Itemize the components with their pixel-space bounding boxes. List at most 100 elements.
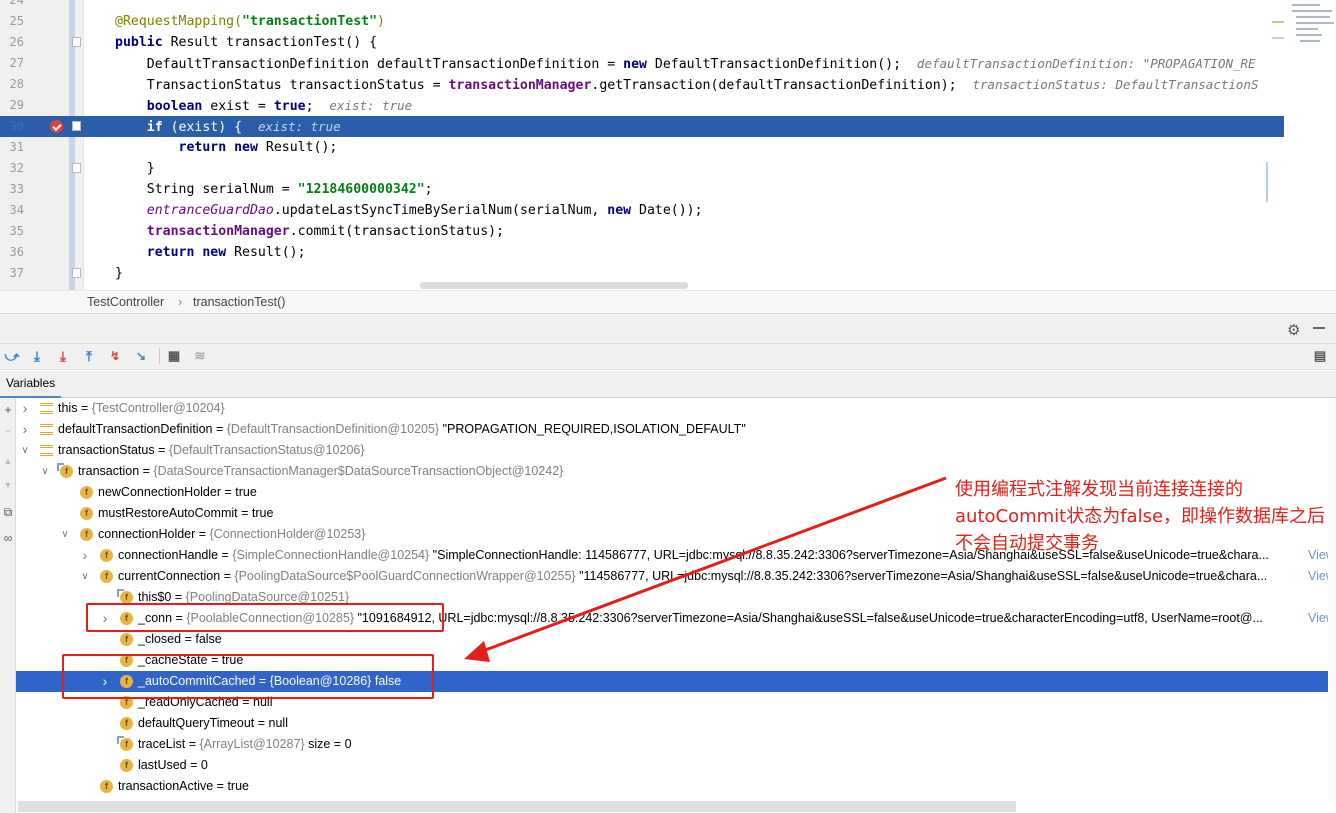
code-line[interactable]: 31 return new Result(); [0, 137, 1284, 158]
code-line-current[interactable]: 30 if (exist) { exist: true [0, 116, 1284, 137]
code-line[interactable]: 28 TransactionStatus transactionStatus =… [0, 74, 1284, 95]
step-out-icon[interactable]: ⤒ [79, 346, 99, 366]
expand-arrow-icon[interactable]: › [20, 419, 30, 440]
code-token: TransactionStatus transactionStatus = [115, 78, 449, 93]
code-text[interactable]: DefaultTransactionDefinition defaultTran… [115, 53, 1256, 75]
expand-arrow-icon[interactable]: › [20, 398, 30, 419]
line-number[interactable]: 34 [0, 200, 24, 221]
line-number[interactable]: 28 [0, 74, 24, 95]
collapse-arrow-icon[interactable]: ∨ [20, 440, 30, 461]
code-text[interactable]: return new Result(); [115, 137, 338, 158]
collapse-arrow-icon[interactable]: ∨ [60, 524, 70, 545]
fold-icon[interactable] [72, 121, 81, 131]
code-text[interactable]: @RequestMapping("transactionTest") [115, 11, 385, 32]
line-number[interactable]: 25 [0, 11, 24, 32]
remove-watch-icon[interactable]: − [1, 424, 15, 438]
equals-sign: = [195, 527, 210, 541]
line-number[interactable]: 26 [0, 32, 24, 53]
settings-gear-icon[interactable]: ⚙ [1287, 321, 1300, 339]
code-editor[interactable]: 24 25 @RequestMapping("transactionTest") 26… [0, 0, 1336, 290]
code-line[interactable]: 29 boolean exist = true; exist: true [0, 95, 1284, 116]
warning-marker[interactable] [1272, 21, 1284, 23]
glasses-icon[interactable]: ∞ [1, 531, 15, 545]
code-text[interactable]: } [115, 158, 155, 179]
evaluate-expression-icon[interactable]: ▦ [164, 346, 184, 366]
code-line[interactable]: 37} [0, 263, 1284, 284]
step-into-icon[interactable]: ⤓ [53, 346, 73, 366]
move-down-icon[interactable]: ▼ [1, 478, 15, 492]
variable-row-defaulttransactiondefinition[interactable]: › defaultTransactionDefinition = {Default… [16, 419, 1336, 440]
line-number[interactable]: 29 [0, 95, 24, 116]
variables-horizontal-scrollbar[interactable] [18, 801, 1016, 812]
variable-value: "1091684912, URL=jdbc:mysql://8.8.35.242… [357, 611, 1263, 625]
line-number[interactable]: 30 [0, 116, 24, 137]
variables-vertical-scrollbar[interactable] [1328, 398, 1336, 801]
variables-tree[interactable]: › this = {TestController@10204} › defaultTr… [16, 398, 1336, 801]
step-over-icon[interactable]: ⤓ [27, 346, 47, 366]
variable-row-transactionactive[interactable]: f transactionActive = true [16, 776, 1336, 797]
code-text[interactable]: if (exist) { exist: true [115, 116, 341, 138]
show-execution-point-icon[interactable]: ⤻ [2, 346, 22, 366]
layout-icon[interactable]: ▤ [1310, 346, 1330, 366]
code-line[interactable]: 33 String serialNum = "12184600000342"; [0, 179, 1284, 200]
drop-frame-icon[interactable]: ↯ [105, 346, 125, 366]
variable-row-transactionstatus[interactable]: ∨ transactionStatus = {DefaultTransaction… [16, 440, 1336, 461]
tab-variables[interactable]: Variables [0, 371, 62, 398]
variable-row-currentconnection[interactable]: ∨ f currentConnection = {PoolingDataSource… [16, 566, 1336, 587]
code-text[interactable]: return new Result(); [115, 242, 306, 263]
variable-row-lastused[interactable]: f lastUsed = 0 [16, 755, 1336, 776]
field-icon: f [100, 570, 113, 583]
line-number[interactable]: 33 [0, 179, 24, 200]
move-up-icon[interactable]: ▲ [1, 454, 15, 468]
code-line[interactable]: 25 @RequestMapping("transactionTest") [0, 11, 1284, 32]
line-number[interactable]: 24 [0, 0, 24, 11]
editor-horizontal-scrollbar[interactable] [420, 282, 688, 289]
variable-row-closed[interactable]: f _closed = false [16, 629, 1336, 650]
breadcrumb-class[interactable]: TestController [87, 295, 164, 309]
fold-icon[interactable] [72, 37, 81, 47]
collapse-arrow-icon[interactable]: ∨ [40, 461, 50, 482]
variable-row-tracelist[interactable]: f traceList = {ArrayList@10287} size = 0 [16, 734, 1336, 755]
add-watch-icon[interactable]: + [1, 403, 15, 417]
code-line[interactable]: 34 entranceGuardDao.updateLastSyncTimeBy… [0, 200, 1284, 221]
breadcrumb-method[interactable]: transactionTest() [193, 295, 285, 309]
info-marker[interactable] [1272, 37, 1284, 39]
line-number[interactable]: 36 [0, 242, 24, 263]
code-line[interactable]: 26 public Result transactionTest() { [0, 32, 1284, 53]
variable-name: lastUsed [138, 758, 187, 772]
code-text[interactable]: TransactionStatus transactionStatus = tr… [115, 74, 1259, 96]
variable-text: defaultQueryTimeout = null [138, 713, 288, 734]
code-text[interactable]: String serialNum = "12184600000342"; [115, 179, 433, 200]
variable-value: null [268, 716, 288, 730]
code-token: "transactionTest" [242, 14, 378, 29]
code-text[interactable]: entranceGuardDao.updateLastSyncTimeBySer… [115, 200, 703, 221]
code-line[interactable]: 36 return new Result(); [0, 242, 1284, 263]
variable-row-this[interactable]: › this = {TestController@10204} [16, 398, 1336, 419]
line-number[interactable]: 32 [0, 158, 24, 179]
fold-icon[interactable] [72, 163, 81, 173]
code-text[interactable]: transactionManager.commit(transactionSta… [115, 221, 504, 242]
code-text[interactable]: } [115, 263, 123, 284]
fold-icon[interactable] [72, 268, 81, 278]
code-line[interactable]: 24 [0, 0, 1284, 11]
line-number[interactable]: 31 [0, 137, 24, 158]
code-line[interactable]: 32 } [0, 158, 1284, 179]
code-line[interactable]: 35 transactionManager.commit(transaction… [0, 221, 1284, 242]
code-line[interactable]: 27 DefaultTransactionDefinition defaultT… [0, 53, 1284, 74]
code-token: boolean [146, 99, 211, 114]
code-text[interactable]: public Result transactionTest() { [115, 32, 377, 53]
line-number[interactable]: 35 [0, 221, 24, 242]
line-number[interactable]: 37 [0, 263, 24, 284]
variable-row-defaultquerytimeout[interactable]: f defaultQueryTimeout = null [16, 713, 1336, 734]
expand-arrow-icon[interactable]: › [80, 545, 90, 566]
run-to-cursor-icon[interactable]: ↘ [131, 346, 151, 366]
hide-panel-icon[interactable] [1313, 327, 1325, 329]
code-text[interactable]: boolean exist = true; exist: true [115, 95, 412, 117]
collapse-arrow-icon[interactable]: ∨ [80, 566, 90, 587]
breakpoint-icon[interactable] [50, 120, 63, 133]
trace-icon[interactable]: ≋ [190, 346, 210, 366]
line-number[interactable]: 27 [0, 53, 24, 74]
field-icon: f [57, 463, 73, 478]
editor-scroll-marker [1266, 162, 1268, 202]
copy-icon[interactable]: ⧉ [1, 505, 15, 519]
